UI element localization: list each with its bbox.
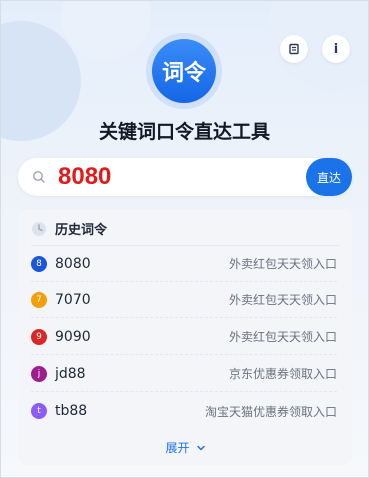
history-desc: 外卖红包天天领入口 (228, 257, 337, 271)
history-badge: t (31, 403, 47, 419)
history-desc: 淘宝天猫优惠券领取入口 (204, 404, 337, 419)
history-item-7070[interactable]: 7 7070 外卖红包天天领入口 (31, 282, 337, 318)
logo-ring: 词令 (146, 33, 222, 109)
history-badge: 8 (31, 255, 47, 272)
history-item-9090[interactable]: 9 9090 外卖红包天天领入口 (31, 319, 337, 355)
info-button[interactable]: i (322, 35, 350, 63)
search-icon (33, 171, 45, 183)
go-button[interactable]: 直达 (306, 158, 352, 196)
notes-button[interactable] (280, 35, 308, 63)
page-title: 关键词口令直达工具 (98, 122, 270, 143)
info-icon: i (333, 41, 339, 57)
search-input[interactable] (58, 162, 298, 192)
search-bar: 直达 (18, 158, 352, 196)
chevron-down-icon (196, 445, 205, 451)
history-item-8080[interactable]: 8 8080 外卖红包天天领入口 (31, 246, 337, 282)
app-logo: 词令 (152, 39, 216, 103)
history-code: jd88 (55, 365, 86, 382)
history-badge: j (31, 365, 47, 382)
document-icon (289, 43, 299, 55)
background-decoration (61, 1, 151, 61)
history-item-tb88[interactable]: t tb88 淘宝天猫优惠券领取入口 (31, 393, 337, 429)
history-code: tb88 (55, 403, 88, 419)
expand-label: 展开 (165, 441, 190, 455)
app-frame: i 词令 关键词口令直达工具 直达 历史词令 8 8080 外卖红包天天领入口 … (0, 0, 369, 478)
top-actions: i (280, 35, 350, 63)
history-desc: 外卖红包天天领入口 (228, 330, 337, 344)
expand-button[interactable]: 展开 (19, 439, 352, 456)
history-title: 历史词令 (55, 223, 108, 238)
history-code: 8080 (55, 255, 91, 272)
history-desc: 京东优惠券领取入口 (228, 367, 337, 381)
history-header: 历史词令 (31, 219, 107, 238)
clock-icon (32, 221, 46, 236)
history-badge: 7 (31, 291, 47, 308)
history-code: 7070 (55, 291, 91, 308)
history-desc: 外卖红包天天领入口 (228, 293, 337, 307)
history-code: 9090 (55, 328, 91, 345)
history-card: 历史词令 8 8080 外卖红包天天领入口 7 7070 外卖红包天天领入口 9… (19, 209, 352, 465)
history-badge: 9 (31, 328, 47, 345)
history-item-jd88[interactable]: j jd88 京东优惠券领取入口 (31, 356, 337, 392)
